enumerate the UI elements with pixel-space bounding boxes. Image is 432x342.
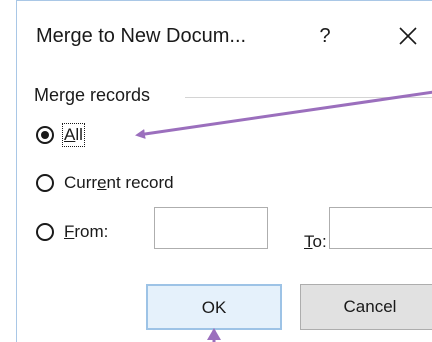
from-field[interactable] xyxy=(154,207,268,249)
screenshot-stage: Merge to New Docum... ? Merge records Al… xyxy=(0,0,432,342)
radio-all-indicator[interactable] xyxy=(36,126,54,144)
merge-records-group-label: Merge records xyxy=(34,85,157,106)
radio-from-label: From: xyxy=(64,222,109,241)
dialog-title: Merge to New Docum... xyxy=(36,25,247,47)
merge-dialog: Merge to New Docum... ? Merge records Al… xyxy=(16,0,432,342)
to-label: To: xyxy=(304,232,327,251)
radio-from-indicator[interactable] xyxy=(36,223,54,241)
groupbox-border xyxy=(185,97,432,98)
help-button[interactable]: ? xyxy=(313,21,337,51)
radio-current-record[interactable]: Current record xyxy=(36,173,174,193)
radio-all[interactable]: All xyxy=(36,123,85,147)
radio-all-label: All xyxy=(62,123,85,147)
dialog-titlebar[interactable]: Merge to New Docum... ? xyxy=(17,1,432,67)
radio-from[interactable]: From: xyxy=(36,222,108,242)
radio-current-record-label: Current record xyxy=(64,173,174,192)
ok-button[interactable]: OK xyxy=(146,284,282,330)
to-field[interactable] xyxy=(329,207,432,249)
close-icon[interactable] xyxy=(393,21,423,51)
cancel-button[interactable]: Cancel xyxy=(300,284,432,330)
radio-current-record-indicator[interactable] xyxy=(36,174,54,192)
